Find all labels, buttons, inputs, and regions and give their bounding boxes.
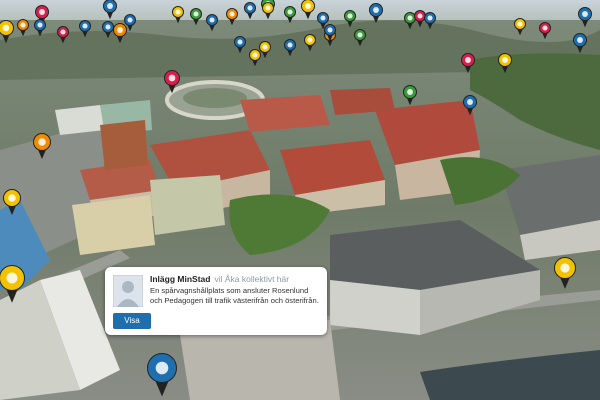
map-pin-yellow-icon[interactable]: [301, 0, 315, 20]
map-pin-blue-icon[interactable]: [103, 0, 117, 20]
map-pin-blue-icon[interactable]: [578, 7, 592, 28]
map-pin-blue-icon[interactable]: [234, 36, 246, 54]
map-pin-blue-icon[interactable]: [324, 24, 336, 42]
popup-category: vil Åka kollektivt här: [214, 274, 290, 284]
map-pin-blue-icon[interactable]: [147, 353, 177, 397]
map-pin-green-icon[interactable]: [354, 29, 366, 47]
avatar-placeholder: [113, 275, 143, 307]
map-pin-green-icon[interactable]: [284, 5, 296, 24]
map-pin-blue-icon[interactable]: [206, 14, 218, 32]
map-pins-layer: [0, 0, 600, 400]
map-pin-blue-icon[interactable]: [369, 3, 383, 24]
popup-title: Inlägg MinStad vil Åka kollektivt här: [150, 274, 289, 284]
map-pin-green-icon[interactable]: [344, 10, 356, 28]
show-button[interactable]: Visa: [113, 313, 151, 329]
map-pin-blue-icon[interactable]: [34, 19, 46, 37]
map-pin-red-icon[interactable]: [461, 53, 475, 74]
map-pin-blue-icon[interactable]: [463, 95, 477, 116]
map-pin-orange-icon[interactable]: [113, 23, 127, 44]
map-pin-yellow-icon[interactable]: [0, 265, 25, 303]
map-pin-blue-icon[interactable]: [573, 33, 587, 54]
map-pin-orange-icon[interactable]: [226, 7, 238, 26]
map-pin-green-icon[interactable]: [190, 7, 202, 26]
map-pin-yellow-icon[interactable]: [262, 1, 274, 20]
map-pin-yellow-icon[interactable]: [554, 257, 576, 289]
map-pin-yellow-icon[interactable]: [514, 18, 526, 36]
map-pin-blue-icon[interactable]: [424, 12, 436, 30]
post-popup[interactable]: Inlägg MinStad vil Åka kollektivt här En …: [105, 267, 327, 335]
map-pin-blue-icon[interactable]: [244, 1, 256, 20]
map-pin-red-icon[interactable]: [539, 22, 551, 40]
map-pin-red-icon[interactable]: [57, 26, 69, 44]
popup-author: Inlägg MinStad: [150, 274, 211, 284]
map-pin-yellow-icon[interactable]: [0, 20, 14, 44]
map-pin-yellow-icon[interactable]: [259, 41, 271, 59]
map-pin-red-icon[interactable]: [164, 70, 180, 94]
map-pin-yellow-icon[interactable]: [498, 53, 512, 74]
map-pin-yellow-icon[interactable]: [172, 5, 184, 24]
map-pin-green-icon[interactable]: [403, 85, 417, 106]
map-pin-blue-icon[interactable]: [284, 39, 296, 57]
map-pin-yellow-icon[interactable]: [304, 34, 316, 52]
map-pin-orange-icon[interactable]: [17, 19, 29, 37]
map-pin-yellow-icon[interactable]: [3, 189, 21, 216]
popup-text: En spårvagnshållplats som ansluter Rosen…: [150, 286, 319, 305]
map-pin-orange-icon[interactable]: [33, 133, 51, 160]
map-pin-blue-icon[interactable]: [79, 20, 91, 38]
